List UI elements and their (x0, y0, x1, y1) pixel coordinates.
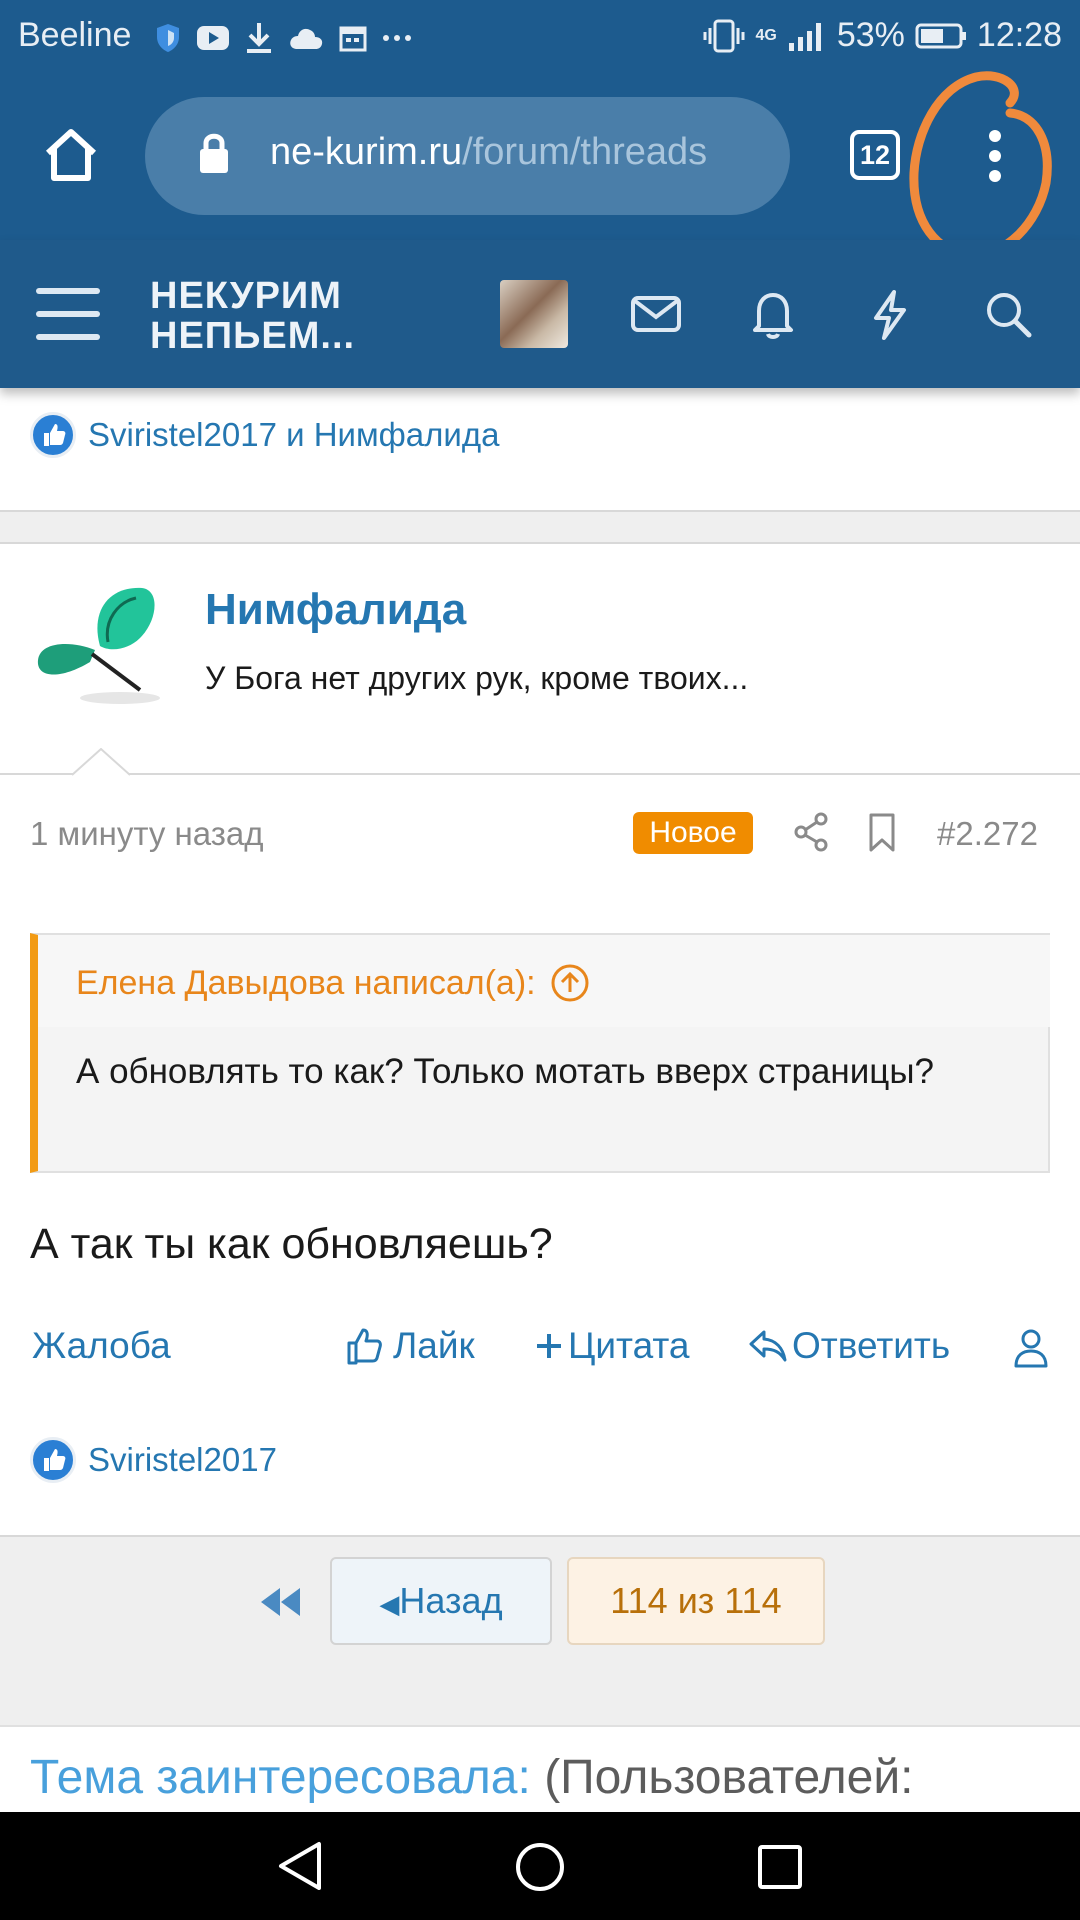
site-header: НЕКУРИМ НЕПЬЕМ... (0, 240, 1080, 388)
quote-header: Елена Давыдова написал(а): (38, 935, 1050, 1027)
user-icon[interactable] (1012, 1326, 1050, 1370)
first-page-icon[interactable] (258, 1582, 302, 1622)
quote-button[interactable]: Цитата (534, 1325, 689, 1367)
back-button[interactable]: ◀Назад (330, 1557, 552, 1645)
user-avatar[interactable] (500, 280, 568, 348)
reactors-link[interactable]: Sviristel2017 и Нимфалида (88, 416, 499, 454)
quote-block: Елена Давыдова написал(а): А обновлять т… (30, 933, 1050, 1173)
pagination-bar: ◀Назад 114 из 114 (0, 1535, 1080, 1725)
status-right: 4G 53% 12:28 (702, 16, 1062, 55)
carrier-label: Beeline (18, 16, 132, 54)
logo-line-1: НЕКУРИМ (150, 275, 342, 317)
quote-author: Елена Давыдова написал(а): (76, 963, 536, 1002)
network-type: 4G (755, 26, 777, 44)
watchers-label[interactable]: Тема заинтересовала: (30, 1751, 531, 1804)
search-icon[interactable] (980, 286, 1036, 342)
like-reaction-icon (30, 1437, 76, 1483)
recents-nav-icon[interactable] (757, 1844, 803, 1890)
arrow-up-circle-icon (551, 964, 589, 1002)
bookmark-icon[interactable] (866, 812, 898, 854)
url-domain: ne-kurim.ru (270, 131, 463, 173)
thumbs-up-icon (44, 424, 66, 446)
page-indicator[interactable]: 114 из 114 (567, 1557, 825, 1645)
clock: 12:28 (976, 16, 1062, 54)
post-reactions: Sviristel2017 (30, 1437, 277, 1483)
reactors-link[interactable]: Sviristel2017 (88, 1441, 277, 1479)
speech-arrow (72, 748, 130, 776)
battery-icon (915, 23, 966, 48)
vibrate-icon (703, 19, 744, 52)
lightning-icon[interactable] (862, 286, 918, 342)
report-button[interactable]: Жалоба (32, 1325, 171, 1367)
calendar-icon (339, 26, 367, 52)
back-label: Назад (399, 1580, 503, 1621)
post-username[interactable]: Нимфалида (205, 585, 466, 635)
lock-icon (200, 133, 228, 173)
url-text: ne-kurim.ru/forum/threads (270, 131, 770, 174)
quote-text: А обновлять то как? Только мотать вверх … (76, 1052, 934, 1091)
post-header-divider (0, 773, 1080, 775)
reply-icon (749, 1330, 787, 1362)
site-logo[interactable]: НЕКУРИМ НЕПЬЕМ... (150, 276, 355, 356)
thread-watchers: Тема заинтересовала: (Пользователей: (30, 1750, 914, 1805)
caret-left-icon: ◀ (379, 1589, 400, 1619)
shield-icon (157, 24, 179, 52)
quote-label: Цитата (568, 1325, 690, 1366)
share-icon[interactable] (791, 810, 831, 854)
system-nav-bar (0, 1812, 1080, 1920)
watchers-count: (Пользователей: (544, 1751, 914, 1804)
post-date[interactable]: 1 минуту назад (30, 815, 263, 853)
thumbs-up-outline-icon (347, 1328, 382, 1365)
home-icon[interactable] (42, 127, 100, 183)
signal-icon (788, 22, 821, 51)
address-bar[interactable]: ne-kurim.ru/forum/threads (145, 97, 790, 215)
user-title: У Бога нет других рук, кроме твоих... (205, 660, 749, 696)
reply-button[interactable]: Ответить (748, 1325, 950, 1367)
battery-percent: 53% (836, 16, 905, 54)
url-path: /forum/threads (462, 131, 708, 173)
post-gap (0, 512, 1080, 544)
bell-icon[interactable] (745, 286, 801, 342)
thumbs-up-icon (44, 1449, 66, 1471)
like-button[interactable]: Лайк (343, 1325, 475, 1367)
browser-toolbar: ne-kurim.ru/forum/threads 12 (0, 71, 1080, 260)
menu-icon[interactable] (36, 288, 100, 340)
footer-separator (0, 1725, 1080, 1727)
mail-icon[interactable] (628, 286, 684, 342)
like-label: Лайк (393, 1325, 475, 1366)
logo-line-2: НЕПЬЕМ... (150, 315, 356, 357)
back-nav-icon[interactable] (275, 1840, 325, 1892)
download-icon (247, 23, 271, 53)
cloud-icon (290, 28, 323, 49)
notification-icons (154, 20, 412, 56)
reply-label: Ответить (792, 1325, 951, 1366)
quote-author-link[interactable]: Елена Давыдова написал(а): (76, 963, 590, 1003)
like-reaction-icon (30, 412, 76, 458)
tab-switcher-button[interactable]: 12 (850, 130, 900, 180)
post-text: А так ты как обновляешь? (30, 1220, 553, 1268)
previous-post-reactions: Sviristel2017 и Нимфалида (30, 412, 499, 458)
new-badge: Новое (633, 812, 753, 854)
plus-icon (537, 1334, 561, 1358)
more-dots-icon (383, 35, 411, 41)
post-number[interactable]: #2.272 (937, 815, 1038, 853)
youtube-icon (197, 26, 229, 50)
home-nav-icon[interactable] (515, 1842, 565, 1892)
post-author-avatar[interactable] (30, 580, 170, 710)
